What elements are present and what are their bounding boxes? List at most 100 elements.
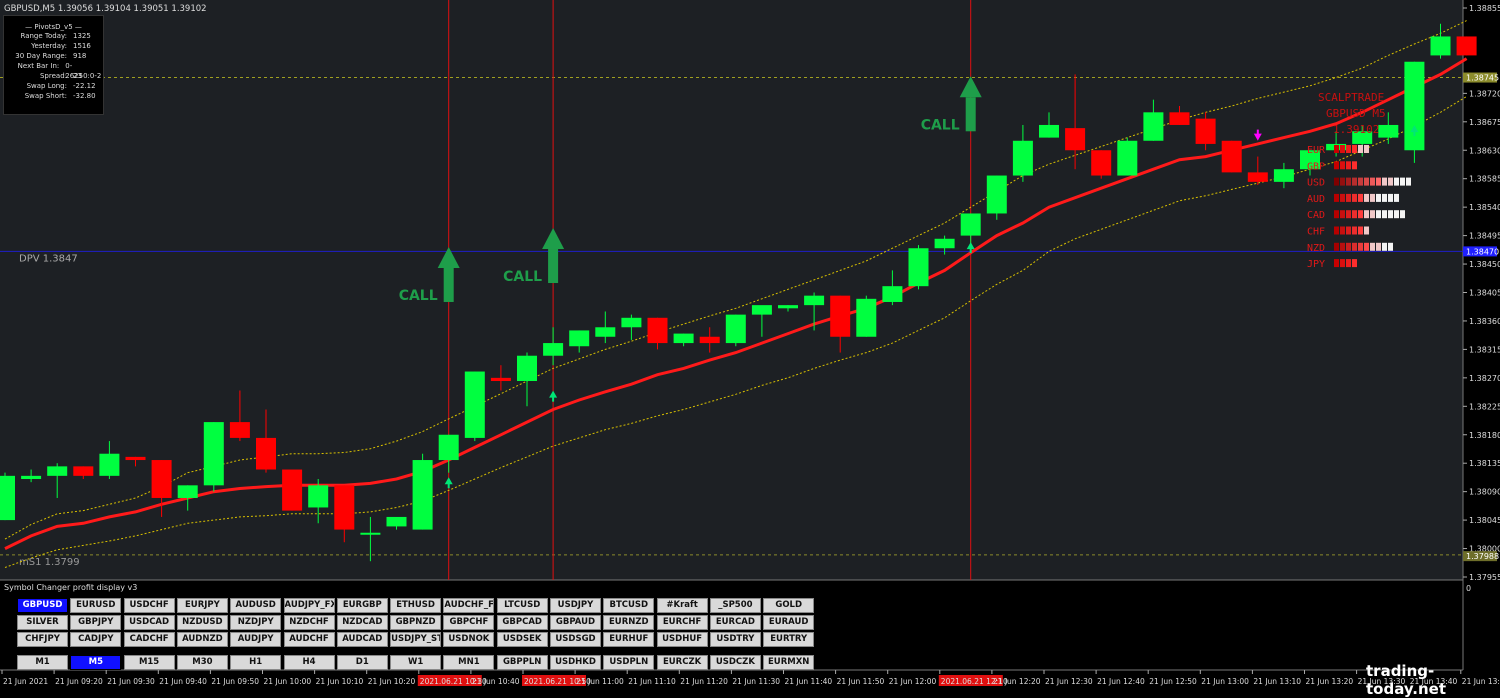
strength-bar-segment (1358, 226, 1363, 235)
info-row-label: Range Today: (20, 32, 67, 40)
price-tick-label: 1.37955 (1469, 573, 1500, 582)
symbol-button-h1[interactable]: H1 (230, 655, 282, 670)
symbol-button-audnzd[interactable]: AUDNZD (176, 632, 228, 647)
symbol-button-cadjpy[interactable]: CADJPY (70, 632, 122, 647)
symbol-button-ethusd[interactable]: ETHUSD (390, 598, 442, 613)
symbol-button-m15[interactable]: M15 (123, 655, 175, 670)
symbol-button-usdczk[interactable]: USDCZK (709, 655, 761, 670)
info-row-label: Swap Short: (24, 92, 67, 100)
price-tick-label: 1.38315 (1469, 345, 1500, 354)
candle-body (882, 286, 903, 302)
symbol-button-eurusd[interactable]: EURUSD (70, 598, 122, 613)
symbol-button-usdsgd[interactable]: USDSGD (550, 632, 601, 647)
symbol-button-eurhuf[interactable]: EURHUF (603, 632, 655, 647)
symbol-button-chfjpy[interactable]: CHFJPY (17, 632, 68, 647)
strength-bar-segment (1394, 177, 1399, 186)
symbol-button-gbppln[interactable]: GBPPLN (496, 655, 548, 670)
symbol-button-m5[interactable]: M5 (70, 655, 122, 670)
symbol-button--kraft[interactable]: #Kraft (656, 598, 708, 613)
symbol-button-usdpln[interactable]: USDPLN (603, 655, 655, 670)
symbol-button-gold[interactable]: GOLD (763, 598, 815, 613)
symbol-button-eurtry[interactable]: EURTRY (763, 632, 815, 647)
candle-body (621, 317, 642, 328)
candle-body (1039, 124, 1059, 138)
symbol-button-d1[interactable]: D1 (336, 655, 388, 670)
symbol-button-usdcad[interactable]: USDCAD (123, 615, 175, 630)
symbol-button-eurnzd[interactable]: EURNZD (603, 615, 655, 630)
symbol-button-audjpy-fx[interactable]: AUDJPY_FX (283, 598, 335, 613)
symbol-button--sp500[interactable]: _SP500 (709, 598, 761, 613)
level-label: mS1 1.3799 (19, 557, 80, 568)
symbol-button-gbpaud[interactable]: GBPAUD (550, 615, 601, 630)
symbol-button-usdnok[interactable]: USDNOK (443, 632, 495, 647)
strength-bar-segment (1346, 242, 1351, 251)
symbol-button-eurgbp[interactable]: EURGBP (336, 598, 388, 613)
price-tick-label: 1.38045 (1469, 516, 1500, 525)
candle-body (73, 466, 94, 476)
symbol-button-nzdjpy[interactable]: NZDJPY (230, 615, 282, 630)
symbol-button-audchf-fx[interactable]: AUDCHF_FX (443, 598, 495, 613)
strength-bar-segment (1340, 259, 1345, 268)
symbol-button-usdhuf[interactable]: USDHUF (656, 632, 708, 647)
time-tick-label: 21 Jun 12:00 (889, 677, 937, 686)
symbol-button-usdchf[interactable]: USDCHF (123, 598, 175, 613)
candle-body (490, 377, 511, 382)
strength-bar-segment (1334, 259, 1339, 268)
symbol-button-m1[interactable]: M1 (17, 655, 68, 670)
symbol-button-eurjpy[interactable]: EURJPY (176, 598, 228, 613)
symbol-button-nzdchf[interactable]: NZDCHF (283, 615, 335, 630)
symbol-button-eurchf[interactable]: EURCHF (656, 615, 708, 630)
time-tick-label: 21 Jun 13:20 (1306, 677, 1354, 686)
symbol-button-eurmxn[interactable]: EURMXN (763, 655, 815, 670)
symbol-button-usdjpy-stp[interactable]: USDJPY_STP (390, 632, 442, 647)
call-arrow-shaft (443, 267, 454, 302)
time-tick-label: 21 Jun 11:50 (837, 677, 885, 686)
symbol-button-m30[interactable]: M30 (176, 655, 228, 670)
symbol-button-euraud[interactable]: EURAUD (763, 615, 815, 630)
strength-bar-segment (1346, 259, 1351, 268)
strength-bar-segment (1340, 226, 1345, 235)
symbol-button-nzdusd[interactable]: NZDUSD (176, 615, 228, 630)
symbol-button-gbpchf[interactable]: GBPCHF (443, 615, 495, 630)
info-panel-title: — PivotsD_v5 — (25, 23, 82, 31)
strength-bar-segment (1382, 193, 1387, 202)
symbol-button-mn1[interactable]: MN1 (443, 655, 495, 670)
candle-body (99, 453, 120, 476)
price-tick-label: 1.38630 (1469, 146, 1500, 155)
call-arrow-shaft (548, 249, 559, 284)
strength-bar-segment (1358, 177, 1363, 186)
candle-body (725, 314, 746, 344)
symbol-button-ltcusd[interactable]: LTCUSD (496, 598, 548, 613)
symbol-button-eurcad[interactable]: EURCAD (709, 615, 761, 630)
symbol-button-usdhkd[interactable]: USDHKD (550, 655, 601, 670)
symbol-button-w1[interactable]: W1 (390, 655, 442, 670)
symbol-button-cadchf[interactable]: CADCHF (123, 632, 175, 647)
symbol-button-audchf[interactable]: AUDCHF (283, 632, 335, 647)
symbol-button-nzdcad[interactable]: NZDCAD (336, 615, 388, 630)
symbol-button-gbpusd[interactable]: GBPUSD (17, 598, 68, 613)
symbol-button-eurczk[interactable]: EURCZK (656, 655, 708, 670)
symbol-button-h4[interactable]: H4 (283, 655, 335, 670)
time-tick-label: 21 Jun 13:10 (1253, 677, 1301, 686)
price-tick-label: 1.38270 (1469, 374, 1500, 383)
strength-bar-segment (1340, 177, 1345, 186)
symbol-button-silver[interactable]: SILVER (17, 615, 68, 630)
strength-bar-segment (1382, 177, 1387, 186)
symbol-button-audjpy[interactable]: AUDJPY (230, 632, 282, 647)
symbol-button-usdsek[interactable]: USDSEK (496, 632, 548, 647)
symbol-button-gbpnzd[interactable]: GBPNZD (390, 615, 442, 630)
symbol-button-usdjpy[interactable]: USDJPY (550, 598, 601, 613)
symbol-button-gbpcad[interactable]: GBPCAD (496, 615, 548, 630)
call-signal-label: CALL (921, 117, 960, 133)
strength-bar-segment (1334, 210, 1339, 219)
price-tick-label: 1.38585 (1469, 175, 1500, 184)
candle-body (1065, 128, 1086, 151)
symbol-button-audusd[interactable]: AUDUSD (230, 598, 282, 613)
candle-body (125, 456, 146, 461)
symbol-button-gbpjpy[interactable]: GBPJPY (70, 615, 122, 630)
symbol-button-usdtry[interactable]: USDTRY (709, 632, 761, 647)
symbol-button-audcad[interactable]: AUDCAD (336, 632, 388, 647)
symbol-button-btcusd[interactable]: BTCUSD (603, 598, 655, 613)
candle-body (856, 298, 877, 337)
strength-bar-segment (1340, 210, 1345, 219)
